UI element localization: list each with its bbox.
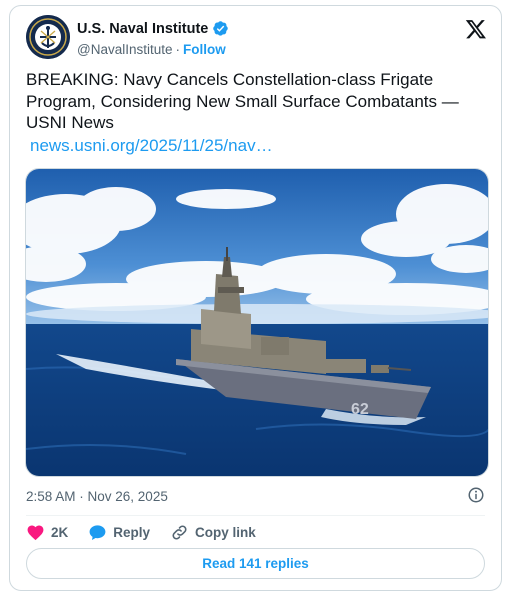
like-count: 2K (51, 524, 69, 540)
handle-row: @NavalInstitute · Follow (77, 42, 226, 57)
reply-button[interactable]: Reply (88, 523, 150, 542)
tweet-card: U.S. Naval Institute @NavalInstitute · F… (9, 5, 502, 591)
read-replies-button[interactable]: Read 141 replies (26, 548, 485, 579)
tweet-text: BREAKING: Navy Cancels Constellation-cla… (26, 70, 459, 132)
handle[interactable]: @NavalInstitute (77, 42, 173, 57)
like-button[interactable]: 2K (26, 523, 68, 542)
reply-label: Reply (113, 524, 151, 540)
info-icon[interactable] (467, 486, 485, 504)
avatar[interactable] (26, 15, 70, 59)
tweet-link[interactable]: news.usni.org/2025/11/25/nav… (30, 136, 273, 156)
usni-seal-icon (26, 15, 70, 59)
display-name[interactable]: U.S. Naval Institute (77, 21, 208, 37)
tweet-image[interactable]: 62 (25, 168, 489, 477)
action-bar: 2K Reply Copy link (26, 521, 276, 543)
name-row: U.S. Naval Institute (77, 20, 229, 37)
verified-badge-icon (213, 21, 229, 36)
frigate-image: 62 (26, 169, 488, 476)
follow-button[interactable]: Follow (183, 42, 226, 57)
reply-bubble-icon (89, 524, 106, 540)
copy-link-label: Copy link (195, 524, 256, 540)
link-icon (172, 524, 187, 540)
heart-icon (27, 525, 44, 540)
divider (26, 515, 485, 516)
x-logo-icon[interactable] (465, 18, 487, 40)
timestamp[interactable]: 2:58 AM · Nov 26, 2025 (26, 489, 168, 504)
separator: · (175, 42, 181, 57)
hull-number: 62 (351, 401, 369, 418)
copy-link-button[interactable]: Copy link (170, 523, 256, 542)
